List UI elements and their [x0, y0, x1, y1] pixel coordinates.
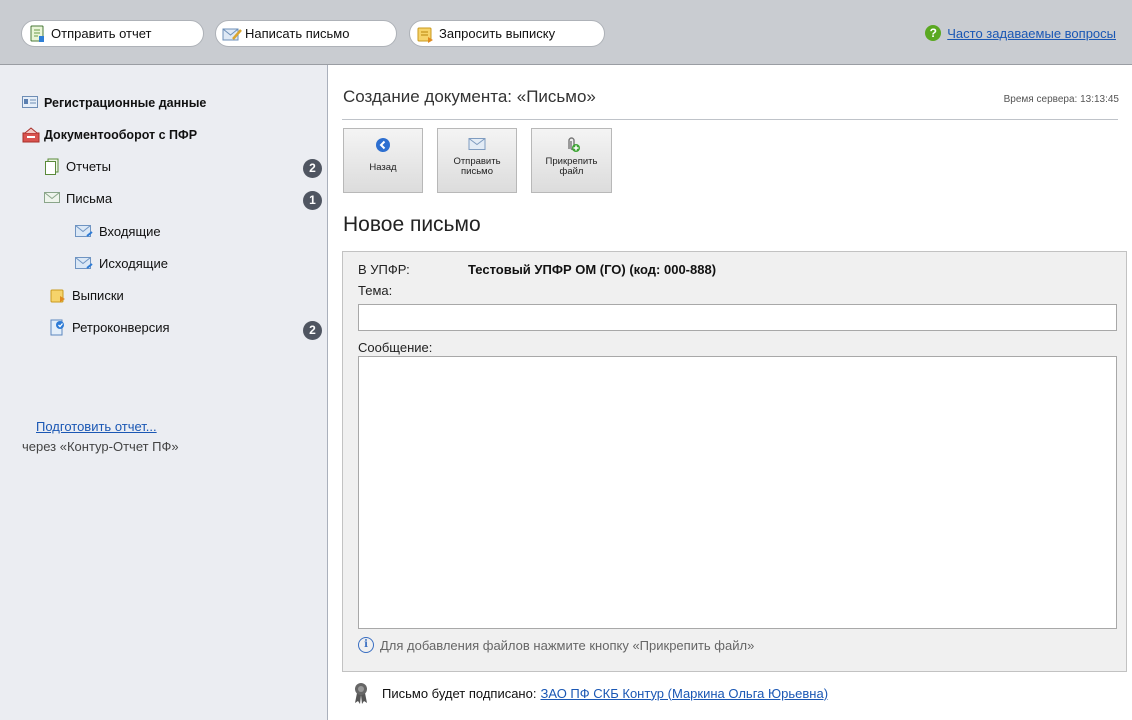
sidebar-item-docflow[interactable]: Документооборот с ПФР — [22, 127, 197, 143]
paperclip-add-icon — [563, 137, 581, 153]
recipient-label: В УПФР: — [358, 262, 410, 277]
sidebar-item-incoming[interactable]: Входящие — [75, 223, 161, 239]
top-toolbar: Отправить отчет Написать письмо Запросит… — [0, 0, 1132, 65]
attach-file-label-2: файл — [559, 166, 584, 177]
back-arrow-icon — [374, 137, 392, 153]
attach-hint-text: Для добавления файлов нажмите кнопку «Пр… — [380, 637, 755, 653]
signer-link[interactable]: ЗАО ПФ СКБ Контур (Маркина Ольга Юрьевна… — [540, 686, 828, 701]
letter-heading: Новое письмо — [343, 213, 481, 236]
sidebar-item-label: Документооборот с ПФР — [44, 128, 198, 142]
sidebar-item-retroconversion[interactable]: Ретроконверсия — [50, 319, 170, 336]
outgoing-mail-icon — [75, 255, 93, 271]
docflow-pfr-icon — [22, 127, 40, 143]
letters-count-badge: 1 — [303, 191, 322, 210]
server-time: Время сервера: 13:13:45 — [1003, 94, 1119, 105]
signature-seal-icon — [354, 682, 368, 704]
retroconversion-count-badge: 2 — [303, 321, 322, 340]
sidebar: Регистрационные данные Документооборот с… — [0, 65, 328, 720]
help-icon: ? — [925, 25, 942, 41]
sidebar-item-label: Отчеты — [66, 158, 111, 174]
sidebar-item-reports[interactable]: Отчеты — [44, 158, 111, 175]
id-card-icon — [22, 95, 38, 111]
page-title: Создание документа: «Письмо» — [343, 87, 596, 106]
prepare-report-subtext: через «Контур-Отчет ПФ» — [22, 439, 179, 454]
sidebar-item-label: Ретроконверсия — [72, 319, 170, 335]
letters-icon — [44, 190, 60, 206]
sidebar-item-label: Исходящие — [99, 255, 168, 271]
title-divider — [342, 119, 1118, 120]
info-icon: i — [358, 637, 374, 653]
send-report-label: Отправить отчет — [51, 26, 152, 41]
prepare-report-link[interactable]: Подготовить отчет... — [36, 419, 157, 434]
report-doc-icon — [28, 25, 46, 43]
write-letter-button[interactable]: Написать письмо — [215, 20, 397, 47]
sidebar-item-outgoing[interactable]: Исходящие — [75, 255, 168, 271]
send-letter-label-2: письмо — [461, 166, 493, 177]
subject-label: Тема: — [358, 283, 393, 298]
envelope-icon — [468, 137, 486, 153]
attach-file-button[interactable]: Прикрепить файл — [531, 128, 612, 193]
request-statement-button[interactable]: Запросить выписку — [409, 20, 605, 47]
message-label: Сообщение: — [358, 340, 433, 355]
attach-hint: i Для добавления файлов нажмите кнопку «… — [358, 637, 754, 653]
sidebar-item-label: Выписки — [72, 287, 124, 303]
subject-input[interactable] — [358, 304, 1117, 331]
send-letter-button[interactable]: Отправить письмо — [437, 128, 517, 193]
faq-link[interactable]: Часто задаваемые вопросы — [947, 26, 1116, 41]
sidebar-item-letters[interactable]: Письма — [44, 190, 112, 206]
sidebar-item-label: Письма — [66, 190, 113, 206]
envelope-pen-icon — [222, 25, 242, 43]
back-label: Назад — [369, 162, 397, 173]
request-statement-label: Запросить выписку — [439, 26, 556, 41]
message-textarea[interactable] — [358, 356, 1117, 629]
faq-link-group[interactable]: ? Часто задаваемые вопросы — [925, 25, 1116, 41]
sidebar-item-label: Входящие — [99, 223, 161, 239]
sidebar-item-statements[interactable]: Выписки — [50, 287, 124, 303]
reports-icon — [44, 158, 60, 175]
incoming-mail-icon — [75, 223, 93, 239]
reports-count-badge: 2 — [303, 159, 322, 178]
send-report-button[interactable]: Отправить отчет — [21, 20, 204, 47]
recipient-value: Тестовый УПФР ОМ (ГО) (код: 000-888) — [468, 262, 717, 277]
back-button[interactable]: Назад — [343, 128, 423, 193]
statement-folder-icon — [416, 25, 434, 43]
sign-label: Письмо будет подписано: — [382, 685, 537, 701]
signature-line: Письмо будет подписано: ЗАО ПФ СКБ Конту… — [354, 682, 828, 704]
statements-icon — [50, 287, 66, 303]
write-letter-label: Написать письмо — [245, 26, 350, 41]
sidebar-item-registration[interactable]: Регистрационные данные — [22, 95, 206, 111]
retroconversion-icon — [50, 319, 66, 336]
sidebar-item-label: Регистрационные данные — [44, 96, 207, 110]
